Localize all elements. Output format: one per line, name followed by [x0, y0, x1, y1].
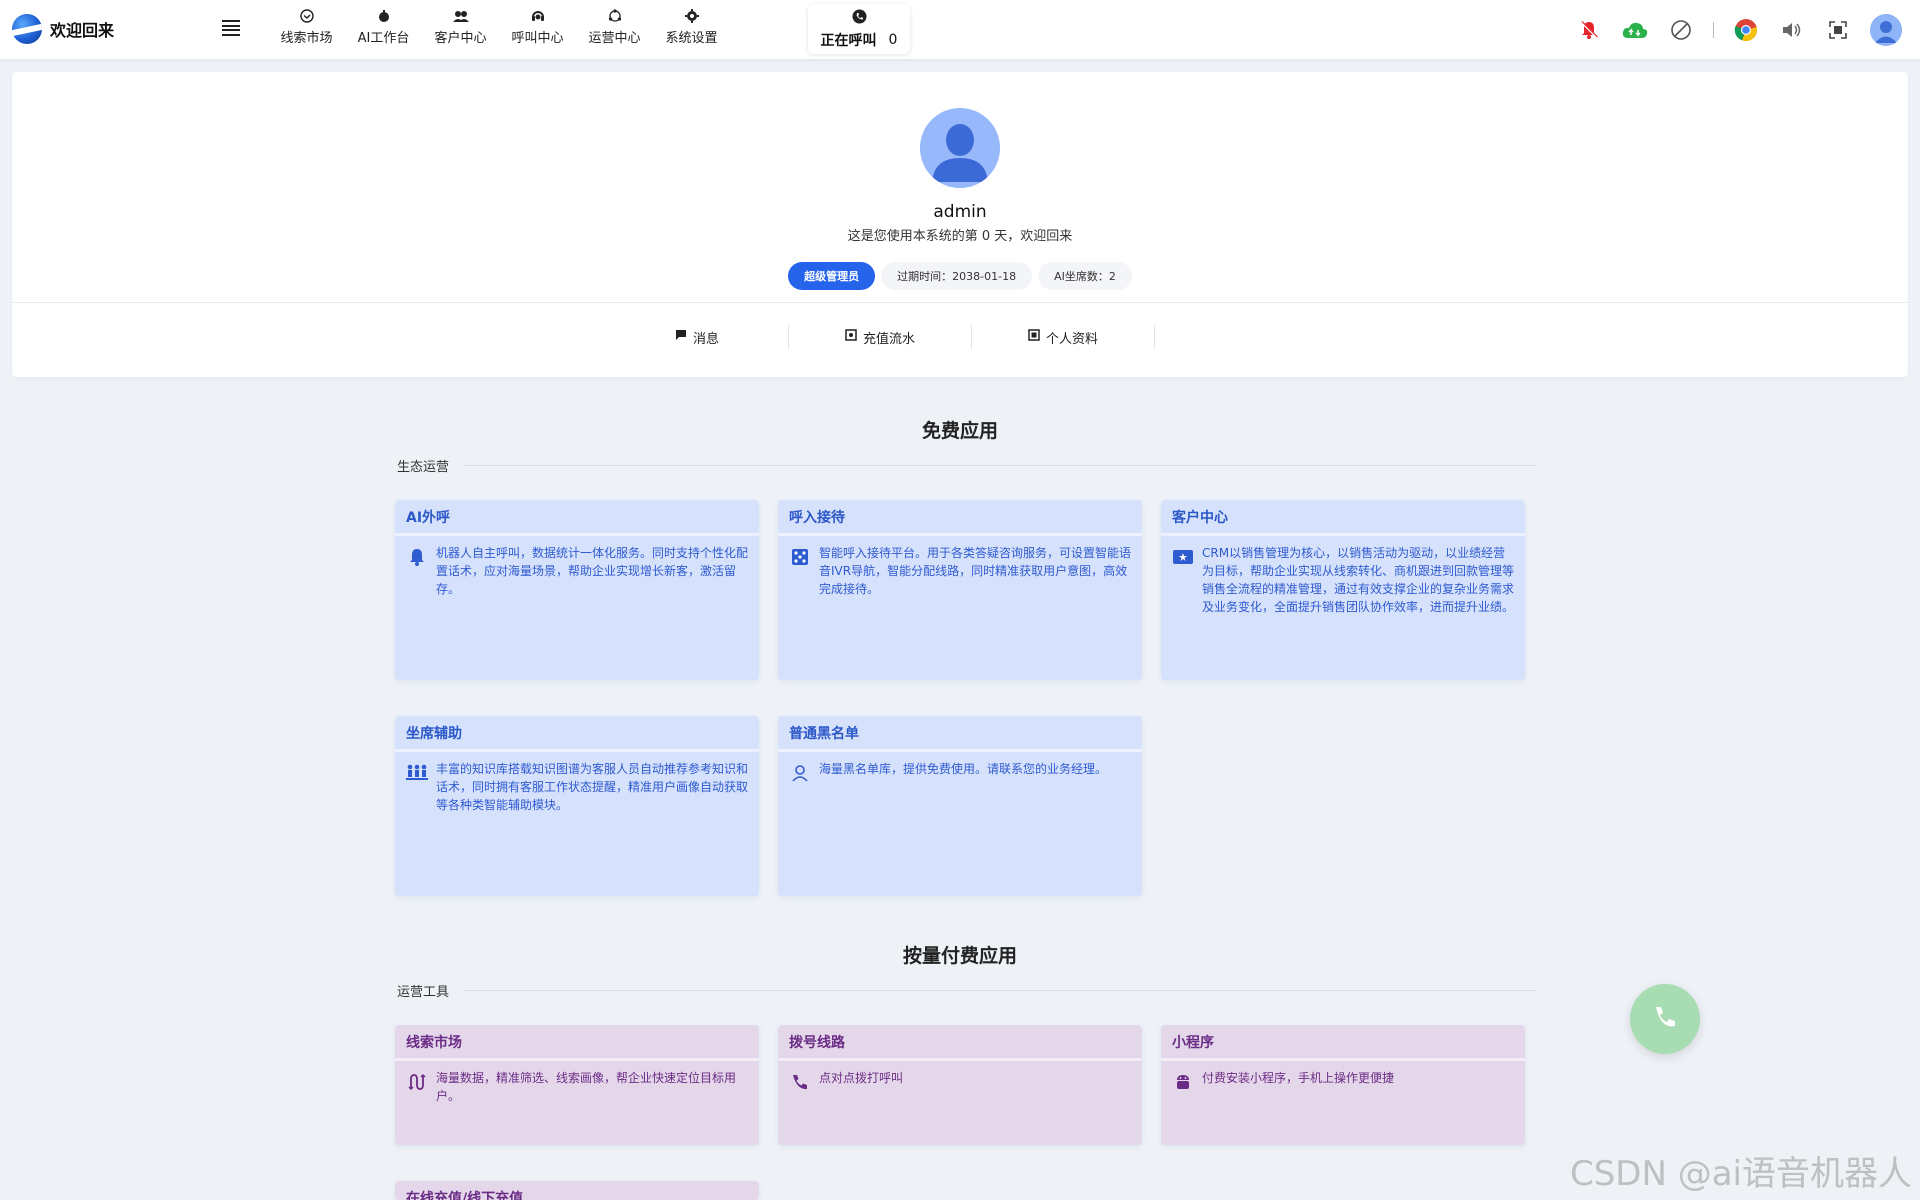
- ai-seats-badge: AI坐席数：2: [1038, 262, 1132, 290]
- card-title: 普通黑名单: [778, 716, 1142, 752]
- card-title: 线索市场: [395, 1025, 759, 1061]
- profile-tags: 超级管理员 过期时间：2038-01-18 AI坐席数：2: [12, 262, 1908, 290]
- app-card-mini-program[interactable]: 小程序 付费安装小程序，手机上操作更便捷: [1161, 1025, 1525, 1145]
- app-card-seat-assist[interactable]: 坐席辅助 丰富的知识库搭载知识图谱为客服人员自动推荐参考知识和话术，同时拥有客服…: [395, 716, 759, 896]
- card-description: 海量数据，精准筛选、线索画像，帮企业快速定位目标用户。: [436, 1071, 737, 1103]
- tab-label: 消息: [692, 331, 719, 347]
- seats-icon: [406, 762, 428, 784]
- card-description: 海量黑名单库，提供免费使用。请联系您的业务经理。: [819, 762, 1108, 776]
- app-card-ai-outbound[interactable]: AI外呼 机器人自主呼叫，数据统计一体化服务。同时支持个性化配置话术，应对海量场…: [395, 500, 759, 680]
- nav-label: 呼叫中心: [511, 31, 564, 46]
- profile-divider: [12, 302, 1908, 303]
- expiry-badge: 过期时间：2038-01-18: [881, 262, 1033, 290]
- card-description: CRM以销售管理为核心，以销售活动为驱动，以业绩经营为目标，帮助企业实现从线索转…: [1202, 546, 1515, 614]
- free-apps-group-label: 生态运营: [397, 460, 450, 475]
- cloud-sync-icon[interactable]: [1621, 16, 1649, 44]
- card-description: 机器人自主呼叫，数据统计一体化服务。同时支持个性化配置话术，应对海量场景，帮助企…: [436, 546, 749, 596]
- role-badge: 超级管理员: [788, 262, 876, 290]
- group-divider: [463, 990, 1535, 991]
- nav-item-call-center[interactable]: 呼叫中心: [499, 8, 576, 46]
- nav-item-ai-workbench[interactable]: AI工作台: [345, 8, 422, 46]
- app-card-clue-market[interactable]: 线索市场 海量数据，精准筛选、线索画像，帮企业快速定位目标用户。: [395, 1025, 759, 1145]
- card-title: 在线充值/线下充值: [395, 1181, 759, 1200]
- app-card-blacklist[interactable]: 普通黑名单 海量黑名单库，提供免费使用。请联系您的业务经理。: [778, 716, 1142, 896]
- volume-icon[interactable]: [1778, 16, 1806, 44]
- card-description: 点对点拨打呼叫: [819, 1071, 904, 1085]
- brand-title: 欢迎回来: [50, 21, 115, 40]
- app-card-recharge[interactable]: 在线充值/线下充值: [395, 1181, 759, 1200]
- user-icon: [789, 762, 811, 784]
- profile-card: admin 这是您使用本系统的第 0 天，欢迎回来 超级管理员 过期时间：203…: [12, 72, 1908, 377]
- nav-label: 运营中心: [588, 31, 641, 46]
- customer-center-icon: [452, 8, 469, 24]
- notification-off-icon[interactable]: [1575, 16, 1603, 44]
- calling-label: 正在呼叫: [820, 32, 877, 49]
- calling-count: 0: [888, 31, 898, 48]
- brand-logo-icon: [12, 14, 42, 44]
- top-bar: 欢迎回来 线索市场 AI工作台 客户中心 呼叫中心 运营中心 系统设置 正在呼叫…: [0, 0, 1920, 60]
- ai-workbench-icon: [376, 8, 392, 24]
- dice-icon: [789, 546, 811, 568]
- fullscreen-icon[interactable]: [1824, 16, 1852, 44]
- tab-label: 个人资料: [1045, 331, 1098, 347]
- call-center-icon: [530, 8, 546, 24]
- card-title: 客户中心: [1161, 500, 1525, 536]
- tab-recharge-records[interactable]: 充值流水: [789, 325, 972, 349]
- card-description: 丰富的知识库搭载知识图谱为客服人员自动推荐参考知识和话术，同时拥有客服工作状态提…: [436, 762, 749, 812]
- floating-call-button[interactable]: [1630, 984, 1700, 1054]
- phone-icon: [789, 1071, 811, 1093]
- app-card-inbound-reception[interactable]: 呼入接待 智能呼入接待平台。用于各类答疑咨询服务，可设置智能语音IVR导航，智能…: [778, 500, 1142, 680]
- tab-messages[interactable]: 消息: [606, 325, 789, 349]
- nav-item-settings[interactable]: 系统设置: [653, 8, 730, 46]
- clue-market-icon: [299, 8, 315, 24]
- nav-label: 系统设置: [665, 31, 718, 46]
- bell-icon: [406, 546, 428, 568]
- card-title: 拨号线路: [778, 1025, 1142, 1061]
- paid-apps-title: 按量付费应用: [902, 945, 1017, 967]
- android-icon: [1172, 1071, 1194, 1093]
- watermark: CSDN @ai语音机器人: [1569, 1154, 1912, 1194]
- chrome-icon[interactable]: [1732, 16, 1760, 44]
- user-avatar[interactable]: [1870, 14, 1902, 46]
- card-title: 小程序: [1161, 1025, 1525, 1061]
- nav-item-clue-market[interactable]: 线索市场: [268, 8, 345, 46]
- nav-label: 客户中心: [434, 31, 487, 46]
- nav-label: 线索市场: [280, 31, 333, 46]
- profile-avatar: [920, 108, 1000, 188]
- toolbar-divider: [1713, 22, 1714, 38]
- phone-circle-icon: [852, 9, 867, 28]
- card-title: 坐席辅助: [395, 716, 759, 752]
- profile-welcome: 这是您使用本系统的第 0 天，欢迎回来: [847, 229, 1073, 244]
- profile-tabs: 消息 充值流水 个人资料: [606, 325, 1155, 349]
- recharge-icon: [845, 329, 857, 345]
- card-title: AI外呼: [395, 500, 759, 536]
- paid-apps-group-label: 运营工具: [397, 985, 450, 1000]
- route-icon: [406, 1071, 428, 1093]
- card-description: 智能呼入接待平台。用于各类答疑咨询服务，可设置智能语音IVR导航，智能分配线路，…: [819, 546, 1132, 596]
- profile-icon: [1028, 329, 1040, 345]
- group-divider: [463, 465, 1535, 466]
- phone-icon: [1652, 1004, 1678, 1034]
- tab-label: 充值流水: [862, 331, 915, 347]
- calling-status[interactable]: 正在呼叫 0: [808, 4, 910, 54]
- message-icon: [675, 329, 687, 345]
- menu-toggle-icon[interactable]: [222, 20, 240, 36]
- profile-username: admin: [933, 202, 987, 222]
- brand[interactable]: 欢迎回来: [12, 14, 114, 44]
- block-icon[interactable]: [1667, 16, 1695, 44]
- nav-item-operation-center[interactable]: 运营中心: [576, 8, 653, 46]
- tab-profile[interactable]: 个人资料: [972, 325, 1155, 349]
- free-apps-title: 免费应用: [921, 420, 998, 442]
- settings-icon: [684, 8, 700, 24]
- card-description: 付费安装小程序，手机上操作更便捷: [1202, 1071, 1395, 1085]
- nav-item-customer-center[interactable]: 客户中心: [422, 8, 499, 46]
- card-title: 呼入接待: [778, 500, 1142, 536]
- id-card-icon: [1172, 546, 1194, 568]
- app-card-customer-center[interactable]: 客户中心 CRM以销售管理为核心，以销售活动为驱动，以业绩经营为目标，帮助企业实…: [1161, 500, 1525, 680]
- operation-center-icon: [607, 8, 623, 24]
- app-card-dial-line[interactable]: 拨号线路 点对点拨打呼叫: [778, 1025, 1142, 1145]
- nav-label: AI工作台: [357, 31, 410, 46]
- main-nav: 线索市场 AI工作台 客户中心 呼叫中心 运营中心 系统设置: [268, 8, 730, 46]
- top-right-tools: [1575, 14, 1902, 46]
